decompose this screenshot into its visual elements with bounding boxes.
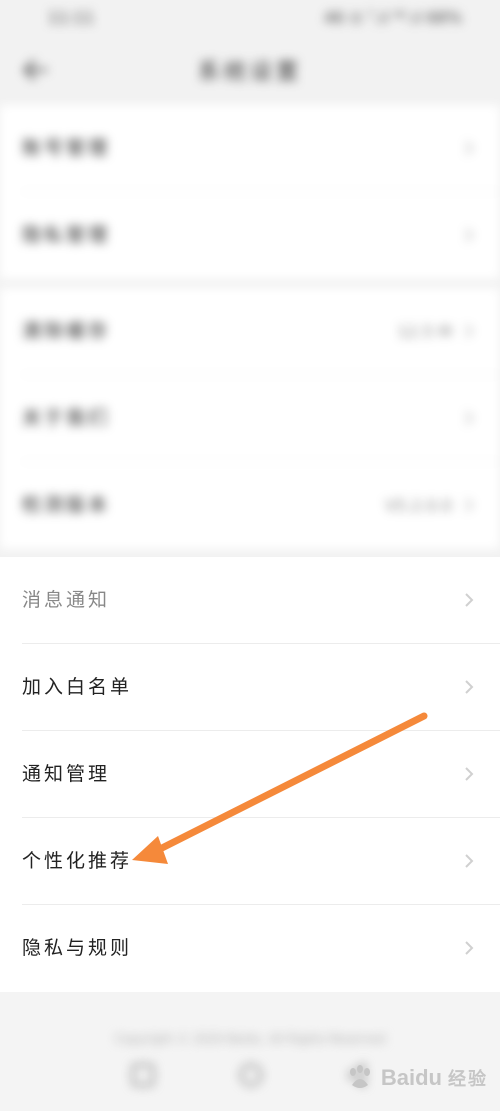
row-label: 隐私管理 [22,224,111,246]
settings-row-privacy[interactable]: 隐私管理 [0,192,500,279]
chevron-right-icon [465,680,474,694]
chevron-right-icon [465,941,474,955]
chevron-right-icon [465,228,474,242]
settings-row-whitelist[interactable]: 加入白名单 [0,644,500,731]
version-value: V5.2.0.0 [385,496,452,515]
settings-row-clear-cache[interactable]: 清除缓存 12.5 M [0,288,500,375]
chevron-right-icon [465,854,474,868]
row-label: 检测版本 [22,494,111,516]
settings-row-account[interactable]: 账号管理 [0,105,500,192]
settings-group-notifications: 消息通知 加入白名单 通知管理 个性化推荐 隐私与规则 [0,557,500,992]
menu-square-icon[interactable] [130,1062,156,1088]
status-bar: 11:11 46 ⊙ ᵀ.ıl ⁴ᴳ.ıl 68% [0,0,500,36]
watermark-sub: 经验 [448,1069,488,1089]
settings-group-account: 账号管理 隐私管理 [0,105,500,279]
chevron-right-icon [465,141,474,155]
chevron-right-icon [465,593,474,607]
watermark-brand: Baidu [380,1065,442,1090]
status-indicators: 46 ⊙ ᵀ.ıl ⁴ᴳ.ıl 68% [324,8,462,27]
chevron-right-icon [465,411,474,425]
footer-copyright: Copyright © 2020 Baidu. All Rights Reser… [114,1032,386,1046]
settings-group-app: 清除缓存 12.5 M 关于我们 检测版本 V5.2.0.0 [0,288,500,549]
settings-row-message-notify[interactable]: 消息通知 [0,557,500,644]
settings-row-about[interactable]: 关于我们 [0,375,500,462]
chevron-right-icon [465,324,474,338]
paw-logo-icon [349,1065,370,1088]
row-label: 隐私与规则 [22,937,133,959]
nav-bar: 系统设置 [0,36,500,106]
row-label: 关于我们 [22,407,111,429]
settings-row-privacy-rules[interactable]: 隐私与规则 [0,905,500,992]
settings-row-check-version[interactable]: 检测版本 V5.2.0.0 [0,462,500,549]
settings-row-personalized-recommend[interactable]: 个性化推荐 [0,818,500,905]
row-label: 账号管理 [22,137,111,159]
row-label: 消息通知 [22,589,111,611]
cache-size-value: 12.5 M [397,322,452,341]
home-circle-icon[interactable] [238,1062,264,1088]
row-label: 加入白名单 [22,676,133,698]
row-label: 通知管理 [22,763,111,785]
chevron-right-icon [465,767,474,781]
row-label: 清除缓存 [22,320,111,342]
settings-row-notification-manage[interactable]: 通知管理 [0,731,500,818]
status-time: 11:11 [48,8,95,27]
baidu-jingyan-watermark: Baidu 经验 [345,1061,488,1095]
page-title: 系统设置 [197,60,302,85]
row-label: 个性化推荐 [22,850,133,872]
chevron-right-icon [465,498,474,512]
